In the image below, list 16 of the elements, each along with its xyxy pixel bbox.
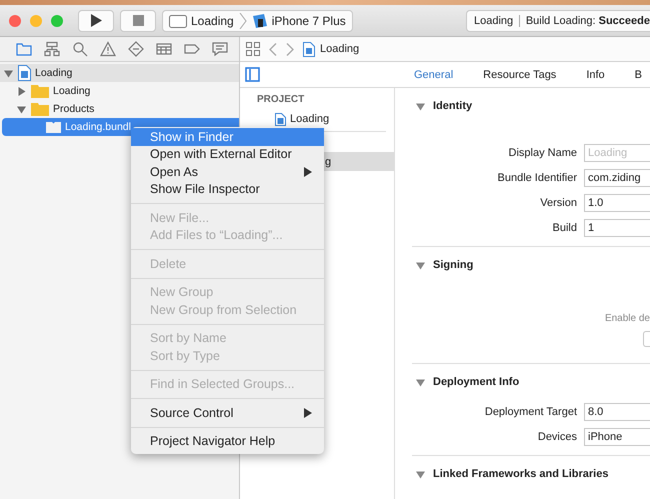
- signing-note: Enable de: [604, 313, 650, 324]
- section-title: Identity: [433, 100, 472, 112]
- field-label: Deployment Target: [484, 406, 578, 418]
- field-label: Build: [552, 222, 578, 234]
- activity-project: Loading: [474, 14, 514, 26]
- section-title: Signing: [433, 259, 474, 271]
- build-status: Build Loading: Succeede: [526, 14, 650, 26]
- field-label: Devices: [536, 431, 578, 443]
- field-label: Bundle Identifier: [496, 172, 578, 184]
- field-label: Version: [539, 197, 578, 209]
- field-label: Display Name: [508, 147, 578, 159]
- scheme-name: Loading: [191, 14, 234, 28]
- section-header: PROJECT: [256, 94, 306, 107]
- device-name: iPhone 7 Plus: [272, 14, 346, 28]
- section-title: Linked Frameworks and Libraries: [433, 468, 608, 480]
- section-title: Deployment Info: [433, 376, 520, 388]
